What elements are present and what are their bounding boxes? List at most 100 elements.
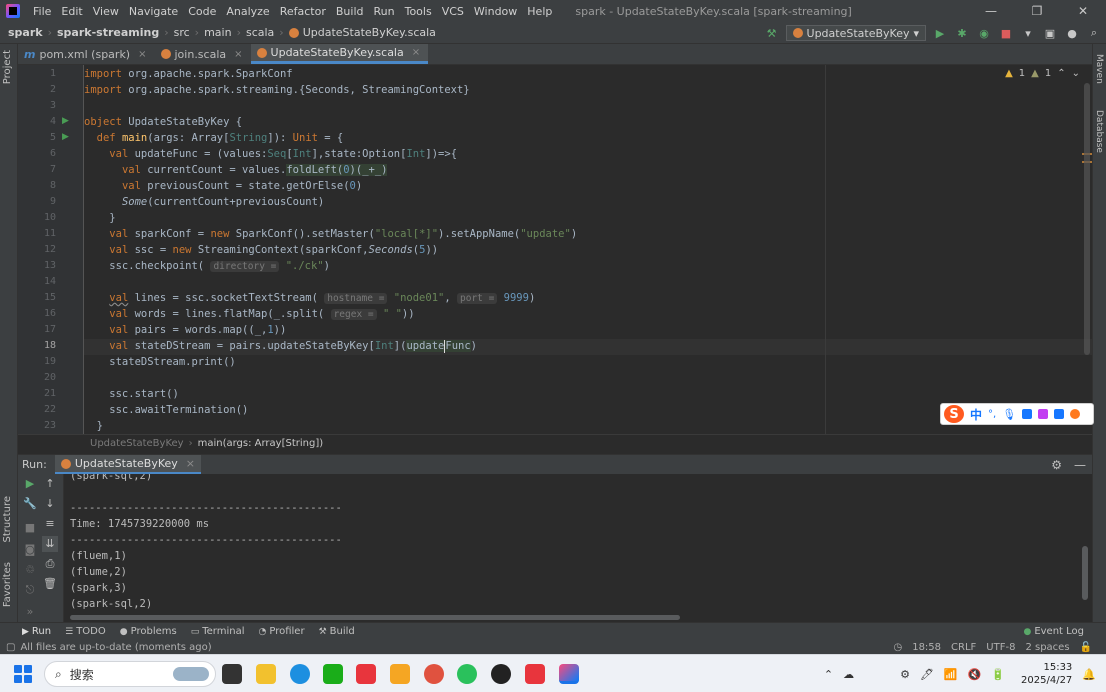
tool-tab-event-log[interactable]: ● Event Log — [1023, 626, 1084, 637]
qq-icon[interactable] — [491, 664, 511, 684]
rerun-icon[interactable]: ▶ — [22, 476, 38, 492]
tab-update-state-by-key[interactable]: UpdateStateByKey.scala × — [250, 44, 429, 64]
microphone-icon[interactable]: 🎙 — [1002, 408, 1016, 421]
nav-crumb-module[interactable]: spark-streaming — [57, 26, 159, 39]
wps-icon[interactable] — [356, 664, 376, 684]
status-toggle-icon[interactable]: ▢ — [6, 642, 15, 653]
more-icon[interactable]: ▾ — [1020, 25, 1036, 41]
intellij-icon[interactable] — [559, 664, 579, 684]
menu-help[interactable]: Help — [522, 5, 557, 18]
menu-view[interactable]: View — [88, 5, 124, 18]
maximize-button[interactable]: ❐ — [1014, 0, 1060, 22]
console-scrollbar[interactable] — [1082, 546, 1088, 600]
cloud-icon[interactable]: ☁ — [843, 668, 854, 681]
taskbar-search[interactable]: ⌕ 搜索 — [44, 661, 216, 687]
skin-icon[interactable] — [1038, 409, 1049, 419]
notification-icon[interactable]: 🔔 — [1082, 668, 1096, 681]
database-tool-button[interactable]: Database — [1094, 110, 1104, 153]
menu-tools[interactable]: Tools — [400, 5, 437, 18]
pin-icon[interactable]: » — [22, 604, 38, 620]
run-tab-update-state-by-key[interactable]: UpdateStateByKey × — [54, 455, 201, 474]
console-output[interactable]: (spark-sql,2) --------------------------… — [70, 474, 1080, 622]
chevron-up-icon[interactable]: ⌃ — [824, 668, 833, 681]
scroll-up-icon[interactable]: ↑ — [42, 476, 58, 492]
tool-tab-run[interactable]: ▶ Run — [22, 626, 51, 637]
lock-icon[interactable]: 🔓 — [1080, 642, 1092, 653]
project-tool-button[interactable]: Project — [2, 50, 13, 84]
wechat-work-icon[interactable] — [323, 664, 343, 684]
maven-tool-button[interactable]: Maven — [1094, 54, 1104, 84]
edge-browser-icon[interactable] — [290, 664, 310, 684]
volume-icon[interactable]: 🔇 — [968, 668, 982, 681]
menu-build[interactable]: Build — [331, 5, 369, 18]
nav-crumb-src[interactable]: src — [174, 26, 190, 39]
tab-join-scala[interactable]: join.scala × — [155, 44, 251, 64]
wps-office-icon[interactable] — [525, 664, 545, 684]
file-encoding[interactable]: UTF-8 — [986, 642, 1015, 653]
chevron-up-icon[interactable]: ⌃ — [1057, 68, 1065, 79]
run-gutter-icon[interactable]: ▶ — [62, 113, 72, 129]
ime-indicator-icon[interactable]: 🖊 — [920, 668, 934, 681]
file-explorer-icon[interactable] — [256, 664, 276, 684]
breadcrumb-object[interactable]: UpdateStateByKey — [90, 438, 184, 449]
more-icon[interactable] — [1070, 409, 1081, 419]
task-view-icon[interactable] — [222, 664, 242, 684]
soft-wrap-icon[interactable]: ≡ — [42, 516, 58, 532]
breadcrumb-method[interactable]: main(args: Array[String]) — [198, 438, 324, 449]
line-separator[interactable]: CRLF — [951, 642, 976, 653]
start-button[interactable] — [14, 665, 32, 683]
menu-navigate[interactable]: Navigate — [124, 5, 183, 18]
restore-layout-icon[interactable]: ♲ — [22, 562, 38, 578]
punctuation-icon[interactable]: °, — [988, 409, 996, 420]
menu-refactor[interactable]: Refactor — [275, 5, 331, 18]
stop-icon[interactable]: ■ — [998, 25, 1014, 41]
avatar-icon[interactable]: ● — [1064, 25, 1080, 41]
nav-crumb-file[interactable]: UpdateStateByKey.scala — [303, 26, 436, 39]
menu-vcs[interactable]: VCS — [437, 5, 469, 18]
close-icon[interactable]: × — [412, 47, 420, 58]
menu-analyze[interactable]: Analyze — [221, 5, 274, 18]
debug-icon[interactable]: ✱ — [954, 25, 970, 41]
tab-pom-xml[interactable]: m pom.xml (spark) × — [18, 44, 155, 64]
tool-tab-profiler[interactable]: ◔ Profiler — [258, 626, 304, 637]
menu-window[interactable]: Window — [469, 5, 522, 18]
indent-setting[interactable]: 2 spaces — [1025, 642, 1069, 653]
menu-run[interactable]: Run — [369, 5, 400, 18]
tray-app-icon[interactable]: ⚙ — [900, 668, 910, 681]
stop-icon[interactable]: ■ — [22, 520, 38, 536]
sogou-logo-icon[interactable]: S — [944, 405, 964, 423]
nav-crumb-scala[interactable]: scala — [246, 26, 274, 39]
tool-tab-todo[interactable]: ☰ TODO — [65, 626, 106, 637]
nav-crumb-project[interactable]: spark — [8, 26, 43, 39]
wifi-icon[interactable]: 📶 — [944, 668, 958, 681]
inspection-widget[interactable]: ▲ 1 ▲ 1 ⌃ ⌄ — [1005, 68, 1080, 79]
structure-tool-button[interactable]: Structure — [2, 496, 13, 543]
hammer-icon[interactable]: ⚒ — [764, 25, 780, 41]
exit-icon[interactable]: ⎋ — [22, 582, 38, 598]
trash-icon[interactable]: 🗑 — [42, 576, 58, 592]
app-icon[interactable] — [424, 664, 444, 684]
code-editor[interactable]: 1 2 3 4 5 6 7 8 9 10 11 12 13 14 15 16 17 18 19 20 21 22 23 ▶ … — [18, 65, 1092, 434]
editor-scrollbar[interactable] — [1084, 83, 1090, 355]
tool-tab-build[interactable]: ⚒ Build — [319, 626, 355, 637]
project-structure-icon[interactable]: ▣ — [1042, 25, 1058, 41]
menu-edit[interactable]: Edit — [56, 5, 87, 18]
keyboard-icon[interactable] — [1022, 409, 1033, 419]
close-icon[interactable]: × — [138, 49, 146, 60]
ime-mode-toggle[interactable]: 中 — [970, 406, 982, 423]
code-area[interactable]: import org.apache.spark.SparkConf import… — [84, 65, 1092, 434]
caret-position[interactable]: 18:58 — [912, 642, 941, 653]
run-configuration-select[interactable]: UpdateStateByKey ▾ — [785, 25, 926, 41]
chevron-down-icon[interactable]: ⌄ — [1072, 68, 1080, 79]
gear-icon[interactable]: ⚙ — [1051, 458, 1062, 472]
run-icon[interactable]: ▶ — [932, 25, 948, 41]
tool-tab-problems[interactable]: ● Problems — [120, 626, 177, 637]
close-button[interactable]: ✕ — [1060, 0, 1106, 22]
menu-file[interactable]: File — [28, 5, 56, 18]
console-horizontal-scrollbar[interactable] — [70, 615, 680, 620]
nav-crumb-main[interactable]: main — [204, 26, 231, 39]
minimize-button[interactable]: — — [968, 0, 1014, 22]
tool-tab-terminal[interactable]: ▭ Terminal — [191, 626, 245, 637]
camera-icon[interactable]: ◙ — [22, 542, 38, 558]
taskbar-clock[interactable]: 15:33 2025/4/27 — [1021, 661, 1072, 687]
